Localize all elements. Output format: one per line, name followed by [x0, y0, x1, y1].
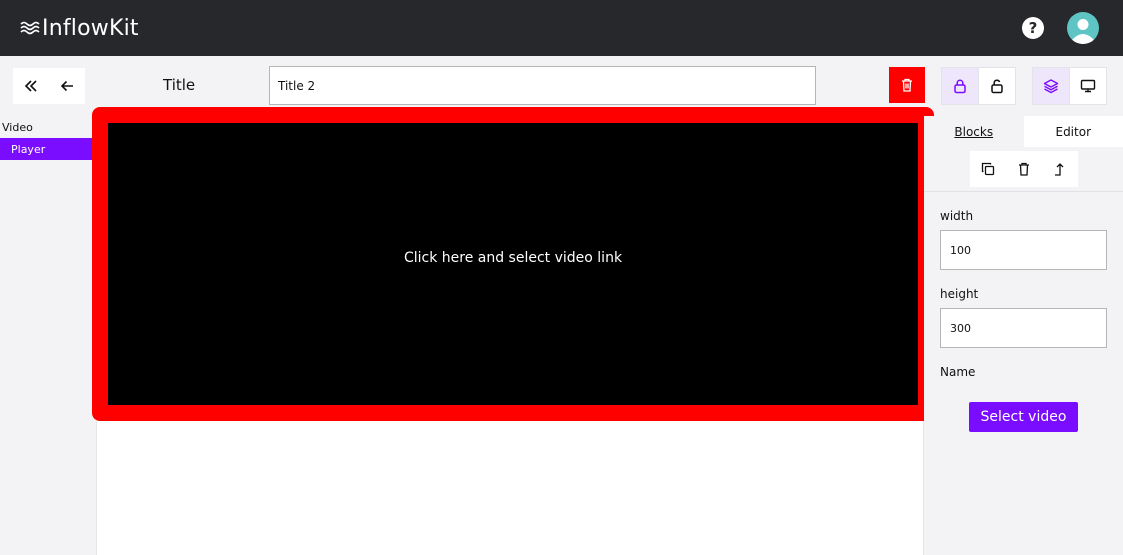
unlock-icon	[991, 79, 1003, 94]
lock-icon	[954, 79, 966, 94]
title-label: Title	[163, 76, 196, 94]
double-chevron-left-icon	[24, 80, 37, 92]
layers-icon	[1043, 79, 1059, 94]
panel-tabs: Blocks Editor	[924, 116, 1123, 147]
height-input[interactable]: 300	[940, 308, 1107, 348]
tree-item-player[interactable]: Player	[0, 138, 93, 160]
layer-tree-panel: Video Player	[0, 116, 96, 555]
tab-editor[interactable]: Editor	[1023, 116, 1123, 147]
unlock-button[interactable]	[979, 68, 1015, 104]
trash-icon	[1019, 162, 1029, 176]
move-up-button[interactable]	[1042, 151, 1078, 187]
app-name: InflowKit	[42, 15, 139, 41]
video-player-placeholder[interactable]: Click here and select video link	[108, 123, 918, 405]
help-symbol: ?	[1028, 19, 1038, 37]
block-tools	[970, 151, 1078, 187]
tree-group-video[interactable]: Video	[2, 121, 33, 134]
nav-button-group	[13, 68, 85, 104]
video-block-selected[interactable]: Click here and select video link	[92, 107, 934, 421]
help-icon[interactable]: ?	[1022, 17, 1044, 39]
waves-icon	[20, 21, 40, 35]
name-label: Name	[940, 365, 976, 379]
select-video-button[interactable]: Select video	[969, 402, 1078, 432]
remove-block-button[interactable]	[1006, 151, 1042, 187]
monitor-icon	[1080, 79, 1096, 93]
trash-icon	[902, 78, 912, 92]
view-toggle-group	[1032, 67, 1107, 105]
move-up-icon	[1055, 163, 1064, 176]
tab-blocks[interactable]: Blocks	[924, 116, 1024, 147]
duplicate-button[interactable]	[970, 151, 1006, 187]
preview-button[interactable]	[1070, 68, 1106, 104]
video-hint-text: Click here and select video link	[403, 250, 623, 266]
properties-panel: Blocks Editor width 100 height 300 Name …	[924, 116, 1123, 555]
width-input[interactable]: 100	[940, 230, 1107, 270]
width-label: width	[940, 209, 974, 223]
arrow-left-icon	[60, 80, 73, 92]
back-button[interactable]	[49, 68, 85, 104]
top-bar: InflowKit ?	[0, 0, 1123, 56]
delete-button[interactable]	[889, 67, 925, 103]
height-label: height	[940, 287, 979, 301]
collapse-button[interactable]	[13, 68, 49, 104]
avatar[interactable]	[1067, 12, 1099, 44]
app-logo[interactable]: InflowKit	[20, 13, 139, 43]
user-icon	[1072, 19, 1094, 44]
title-input[interactable]: Title 2	[269, 66, 816, 105]
copy-icon	[981, 162, 995, 176]
layers-button[interactable]	[1033, 68, 1069, 104]
lock-toggle-group	[941, 67, 1016, 105]
lock-button[interactable]	[942, 68, 978, 104]
